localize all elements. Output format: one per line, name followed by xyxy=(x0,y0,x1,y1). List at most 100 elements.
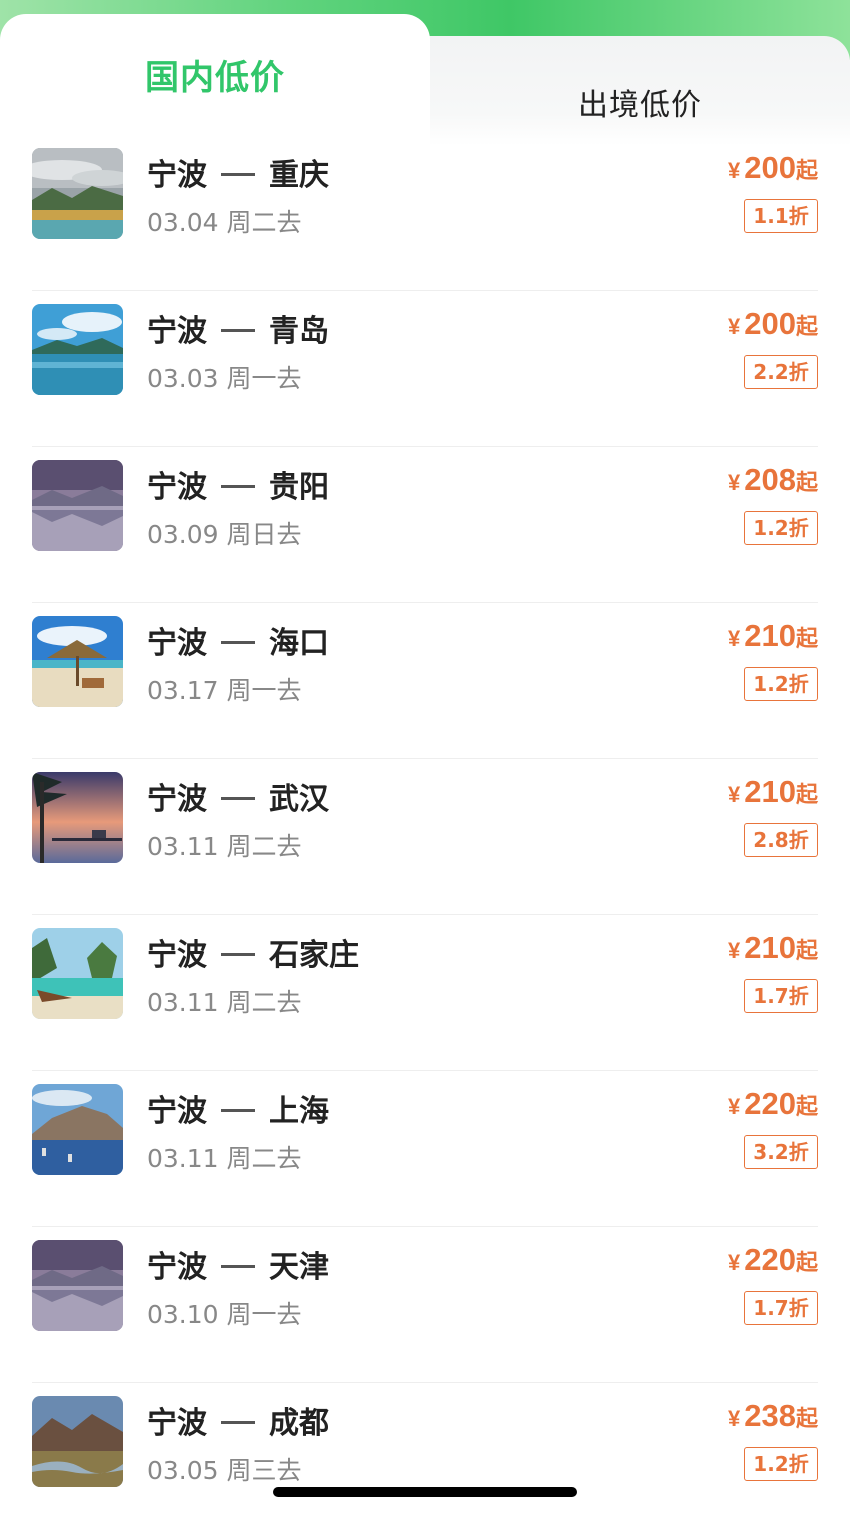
price-suffix: 起 xyxy=(795,1406,818,1431)
route-dash xyxy=(221,1265,255,1268)
route-item[interactable]: 宁波 成都 03.05 周三去 ¥238起 1.2折 xyxy=(0,1383,850,1539)
route-item[interactable]: 宁波 青岛 03.03 周一去 ¥200起 2.2折 xyxy=(0,291,850,447)
destination-city: 青岛 xyxy=(269,314,329,349)
route-dash xyxy=(221,329,255,332)
departure-date: 03.10 周一去 xyxy=(147,1300,302,1329)
origin-city: 宁波 xyxy=(147,314,207,349)
price-amount: 210 xyxy=(744,618,796,653)
origin-city: 宁波 xyxy=(147,470,207,505)
price-amount: 200 xyxy=(744,306,796,341)
route-title: 宁波 天津 xyxy=(147,1242,329,1286)
price-suffix: 起 xyxy=(795,1094,818,1119)
tab-international[interactable]: 出境低价 xyxy=(400,36,850,146)
route-dash xyxy=(221,485,255,488)
currency-symbol: ¥ xyxy=(728,314,741,339)
tab-bar: 出境低价 国内低价 xyxy=(0,14,850,146)
destination-city: 贵阳 xyxy=(269,470,329,505)
route-dash xyxy=(221,1421,255,1424)
route-title: 宁波 武汉 xyxy=(147,774,329,818)
discount-badge: 1.7折 xyxy=(744,979,818,1013)
price-amount: 220 xyxy=(744,1242,796,1277)
origin-city: 宁波 xyxy=(147,1094,207,1129)
departure-date: 03.04 周二去 xyxy=(147,208,302,237)
route-list: 宁波 重庆 03.04 周二去 ¥200起 1.1折 宁波 青岛 03.03 周一去… xyxy=(0,135,850,1539)
currency-symbol: ¥ xyxy=(728,158,741,183)
destination-city: 石家庄 xyxy=(269,938,359,973)
route-item[interactable]: 宁波 天津 03.10 周一去 ¥220起 1.7折 xyxy=(0,1227,850,1383)
departure-date: 03.11 周二去 xyxy=(147,1144,302,1173)
currency-symbol: ¥ xyxy=(728,782,741,807)
home-indicator[interactable] xyxy=(273,1487,577,1497)
tab-domestic[interactable]: 国内低价 xyxy=(0,14,430,144)
price: ¥210起 xyxy=(728,930,818,966)
price: ¥220起 xyxy=(728,1086,818,1122)
destination-photo xyxy=(32,1084,123,1175)
departure-date: 03.11 周二去 xyxy=(147,832,302,861)
price-amount: 220 xyxy=(744,1086,796,1121)
currency-symbol: ¥ xyxy=(728,938,741,963)
route-dash xyxy=(221,641,255,644)
route-item[interactable]: 宁波 武汉 03.11 周二去 ¥210起 2.8折 xyxy=(0,759,850,915)
price-amount: 200 xyxy=(744,150,796,185)
departure-date: 03.09 周日去 xyxy=(147,520,302,549)
discount-badge: 3.2折 xyxy=(744,1135,818,1169)
price: ¥238起 xyxy=(728,1398,818,1434)
origin-city: 宁波 xyxy=(147,1250,207,1285)
route-dash xyxy=(221,173,255,176)
route-title: 宁波 贵阳 xyxy=(147,462,329,506)
departure-date: 03.05 周三去 xyxy=(147,1456,302,1485)
route-title: 宁波 重庆 xyxy=(147,150,329,194)
price: ¥210起 xyxy=(728,618,818,654)
route-dash xyxy=(221,1109,255,1112)
discount-badge: 1.7折 xyxy=(744,1291,818,1325)
destination-photo xyxy=(32,772,123,863)
destination-photo xyxy=(32,304,123,395)
price-suffix: 起 xyxy=(795,158,818,183)
route-title: 宁波 上海 xyxy=(147,1086,329,1130)
destination-city: 重庆 xyxy=(269,158,329,193)
discount-badge: 1.1折 xyxy=(744,199,818,233)
price-amount: 208 xyxy=(744,462,796,497)
currency-symbol: ¥ xyxy=(728,626,741,651)
tab-domestic-label: 国内低价 xyxy=(145,58,285,98)
price-amount: 210 xyxy=(744,774,796,809)
currency-symbol: ¥ xyxy=(728,1406,741,1431)
destination-photo xyxy=(32,1240,123,1331)
tab-international-label: 出境低价 xyxy=(578,88,702,123)
discount-badge: 1.2折 xyxy=(744,1447,818,1481)
destination-photo xyxy=(32,1396,123,1487)
destination-city: 海口 xyxy=(269,626,329,661)
destination-city: 上海 xyxy=(269,1094,329,1129)
route-item[interactable]: 宁波 上海 03.11 周二去 ¥220起 3.2折 xyxy=(0,1071,850,1227)
origin-city: 宁波 xyxy=(147,1406,207,1441)
route-item[interactable]: 宁波 石家庄 03.11 周二去 ¥210起 1.7折 xyxy=(0,915,850,1071)
price: ¥210起 xyxy=(728,774,818,810)
discount-badge: 2.8折 xyxy=(744,823,818,857)
discount-badge: 2.2折 xyxy=(744,355,818,389)
route-dash xyxy=(221,797,255,800)
route-title: 宁波 海口 xyxy=(147,618,329,662)
route-item[interactable]: 宁波 贵阳 03.09 周日去 ¥208起 1.2折 xyxy=(0,447,850,603)
price-suffix: 起 xyxy=(795,626,818,651)
departure-date: 03.11 周二去 xyxy=(147,988,302,1017)
price: ¥220起 xyxy=(728,1242,818,1278)
departure-date: 03.03 周一去 xyxy=(147,364,302,393)
price-suffix: 起 xyxy=(795,938,818,963)
price-suffix: 起 xyxy=(795,314,818,339)
route-item[interactable]: 宁波 海口 03.17 周一去 ¥210起 1.2折 xyxy=(0,603,850,759)
route-title: 宁波 青岛 xyxy=(147,306,329,350)
price: ¥208起 xyxy=(728,462,818,498)
route-item[interactable]: 宁波 重庆 03.04 周二去 ¥200起 1.1折 xyxy=(0,135,850,291)
currency-symbol: ¥ xyxy=(728,1250,741,1275)
destination-photo xyxy=(32,460,123,551)
currency-symbol: ¥ xyxy=(728,470,741,495)
route-title: 宁波 石家庄 xyxy=(147,930,359,974)
destination-photo xyxy=(32,148,123,239)
price-suffix: 起 xyxy=(795,470,818,495)
destination-city: 天津 xyxy=(269,1250,329,1285)
price-amount: 238 xyxy=(744,1398,796,1433)
destination-photo xyxy=(32,616,123,707)
price-suffix: 起 xyxy=(795,1250,818,1275)
origin-city: 宁波 xyxy=(147,158,207,193)
discount-badge: 1.2折 xyxy=(744,511,818,545)
